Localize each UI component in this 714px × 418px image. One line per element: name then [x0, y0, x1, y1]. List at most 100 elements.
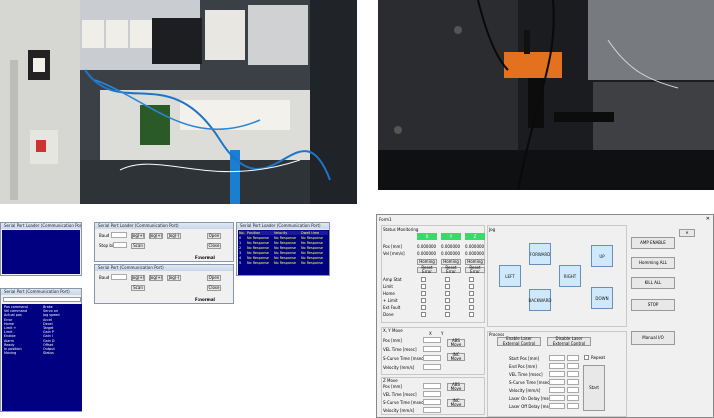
repeat-checkbox[interactable]: [584, 355, 589, 360]
start-button[interactable]: Start: [583, 365, 605, 411]
cabinet-photo-drawing: [0, 0, 357, 204]
amp-enable-button[interactable]: AMP ENABLE: [631, 237, 675, 249]
xy-abs-move-button[interactable]: ABS Move: [447, 338, 465, 347]
jog-up-button[interactable]: UP: [591, 245, 613, 267]
list-item[interactable]: Moving: [4, 351, 41, 355]
close-button[interactable]: Close: [207, 285, 221, 291]
enable-laser-button[interactable]: Enable Laser External Control: [497, 336, 541, 346]
table-cell: No Response: [301, 251, 323, 255]
process-field-input-2[interactable]: [567, 387, 579, 393]
response-table-window: Serial Port Loader (Communication Port) …: [236, 222, 330, 276]
process-field-input[interactable]: [549, 395, 565, 401]
jog-forward-button[interactable]: FORWARD: [529, 243, 551, 265]
jog-down-button[interactable]: DOWN: [591, 287, 613, 309]
process-field-input-2[interactable]: [567, 403, 579, 409]
process-field-label: S-Curve Time [msec]: [509, 380, 551, 385]
amp-status-label: + Limit: [383, 298, 398, 303]
jog-plus-button[interactable]: Jog(+): [131, 233, 145, 239]
scan-button[interactable]: Scan: [131, 285, 145, 291]
jog-left-button[interactable]: LEFT: [499, 265, 521, 287]
table-cell: No Response: [301, 241, 323, 245]
amp-status-indicator: [445, 291, 450, 296]
status-monitoring-title: Status Monitoring: [383, 227, 419, 232]
kill-all-button[interactable]: KILL ALL: [631, 277, 675, 289]
process-field-input[interactable]: [549, 355, 565, 361]
table-cell: No Response: [274, 251, 296, 255]
z-field-label: Velocity [mm/s]: [383, 408, 415, 413]
process-field-label: Velocity [mm/s]: [509, 388, 541, 393]
manual-io-button[interactable]: Manual I/O: [631, 331, 675, 345]
z-field-input[interactable]: [423, 399, 441, 405]
move-field-input[interactable]: [423, 346, 441, 352]
process-field-input-2[interactable]: [567, 371, 579, 377]
amp-status-indicator: [445, 312, 450, 317]
homing-all-button[interactable]: Homming ALL: [631, 257, 675, 269]
z-inc-move-button[interactable]: INC Move: [447, 398, 465, 407]
jog-backward-button[interactable]: BACKWARD: [529, 289, 552, 311]
process-field-input-2[interactable]: [567, 355, 579, 361]
table-cell: No Response: [301, 261, 323, 265]
stop-button[interactable]: STOP: [631, 299, 675, 311]
process-field-input[interactable]: [549, 371, 565, 377]
z-field-input[interactable]: [423, 391, 441, 397]
x-col-label: X: [429, 331, 432, 336]
reset-error-z-button[interactable]: Reset Error: [465, 265, 485, 274]
jog-plus-button-2[interactable]: Jog(+): [149, 233, 163, 239]
close-button[interactable]: Close: [207, 243, 221, 249]
process-field-input[interactable]: [549, 387, 565, 393]
z-field-input[interactable]: [423, 383, 441, 389]
process-field-input-2[interactable]: [567, 363, 579, 369]
process-field-label: Start Pos [mm]: [509, 356, 540, 361]
disable-laser-button[interactable]: Disable Laser External Control: [547, 336, 591, 346]
process-field-input[interactable]: [549, 379, 565, 385]
amp-status-indicator: [445, 298, 450, 303]
close-icon[interactable]: ✕: [706, 216, 710, 222]
process-field-input[interactable]: [549, 403, 565, 409]
list-item[interactable]: Status: [43, 351, 80, 355]
baud-select[interactable]: [111, 232, 127, 238]
move-field-input[interactable]: [423, 364, 441, 370]
baud-label: Baud: [99, 233, 110, 238]
pos-y-value: 0.000000: [441, 244, 461, 249]
amp-status-indicator: [421, 284, 426, 289]
xy-inc-move-button[interactable]: INC Move: [447, 352, 465, 361]
scan-button[interactable]: Scan: [131, 243, 145, 249]
process-field-label: Laser Off Delay [msec]: [509, 404, 555, 409]
jog-minus-button[interactable]: Jog(-): [167, 275, 181, 281]
baud-label: Baud: [99, 275, 110, 280]
table-cell: No Response: [247, 236, 269, 240]
stop-bit-select[interactable]: [113, 242, 127, 248]
list-filter-input[interactable]: [3, 297, 81, 302]
open-button[interactable]: Open: [207, 275, 221, 281]
move-field-input[interactable]: [423, 355, 441, 361]
move-field-label: S-Curve Time [msec]: [383, 356, 425, 361]
open-button[interactable]: Open: [207, 233, 221, 239]
table-cell: 5: [239, 261, 242, 265]
table-cell: No Response: [301, 246, 323, 250]
repeat-label: Repeat: [591, 355, 606, 360]
jog-right-button[interactable]: RIGHT: [559, 265, 581, 287]
reset-error-x-button[interactable]: Reset Error: [417, 265, 437, 274]
baud-select[interactable]: [111, 274, 127, 280]
table-cell: No Response: [301, 256, 323, 260]
jog-minus-button[interactable]: Jog(-): [167, 233, 181, 239]
amp-status-indicator: [469, 312, 474, 317]
jog-plus-button[interactable]: Jog(+): [131, 275, 145, 281]
status-text: F:normal: [195, 255, 215, 260]
amp-status-label: Limit: [383, 284, 393, 289]
parameter-list: Pos command Vel command Actual pos Error Hom…: [2, 304, 82, 411]
response-table: No. Position Velocity Dwell time 0 No Respons…: [238, 230, 329, 275]
reset-error-y-button[interactable]: Reset Error: [441, 265, 461, 274]
move-field-input[interactable]: [423, 337, 441, 343]
table-cell: 1: [239, 241, 242, 245]
amp-status-label: Ext Fault: [383, 305, 401, 310]
process-field-label: End Pos [mm]: [509, 364, 537, 369]
window-title: Serial Port Loader (Communication Port): [1, 223, 81, 229]
z-field-input[interactable]: [423, 407, 441, 413]
process-field-input-2[interactable]: [567, 379, 579, 385]
process-field-input[interactable]: [549, 363, 565, 369]
process-field-input-2[interactable]: [567, 395, 579, 401]
z-abs-move-button[interactable]: ABS Move: [447, 382, 465, 391]
top-right-button[interactable]: ✕: [679, 229, 695, 237]
jog-plus-button-2[interactable]: Jog(+): [149, 275, 163, 281]
